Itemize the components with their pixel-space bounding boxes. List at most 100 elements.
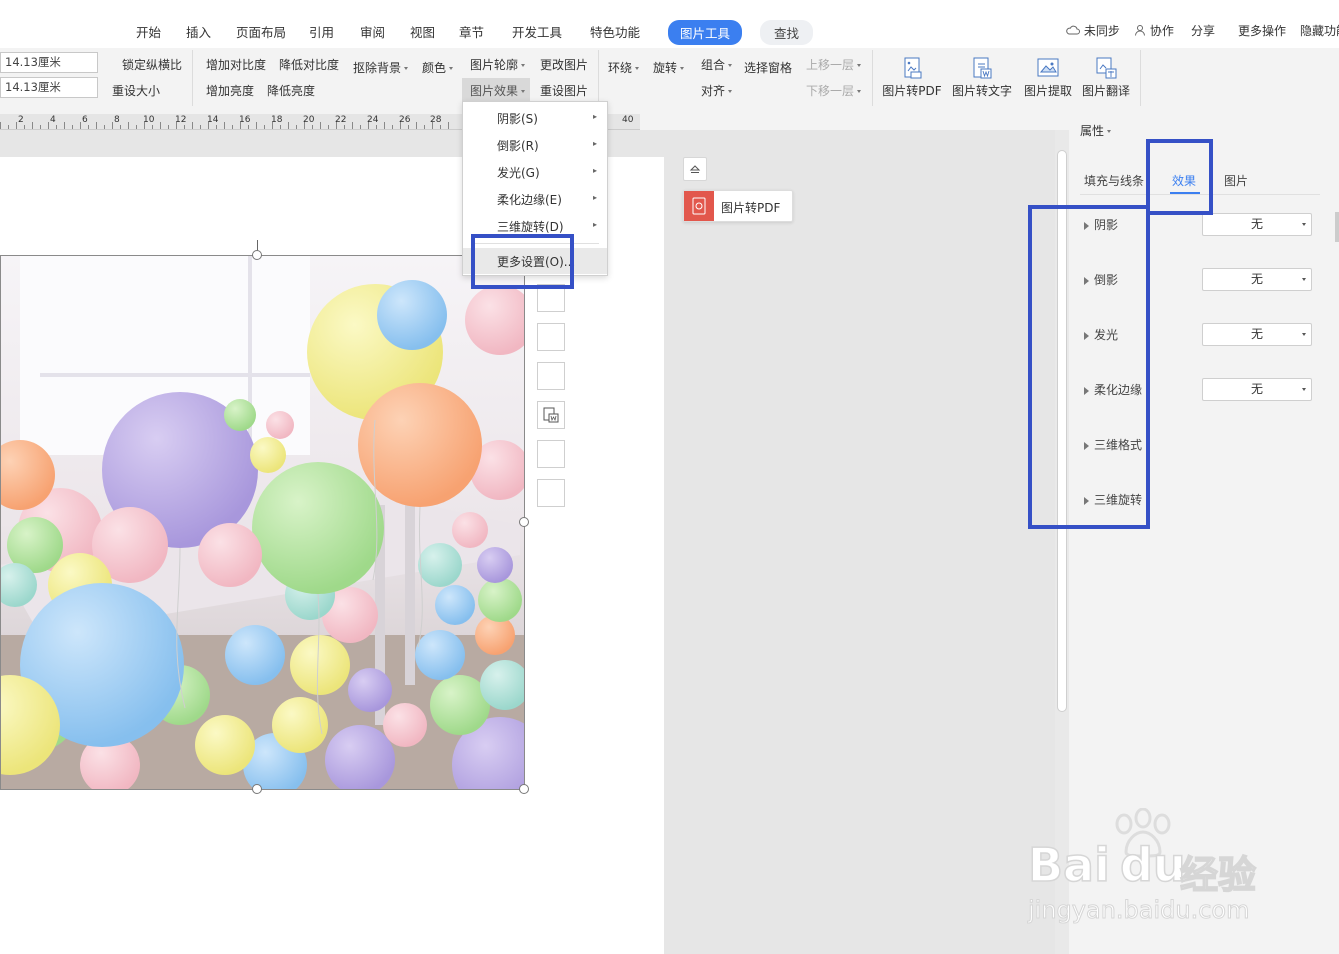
submenu-arrow-icon: ▸ [592, 139, 597, 148]
eject-icon [689, 165, 701, 173]
picture-text-icon [543, 407, 559, 423]
shadow-select[interactable]: 无 [1202, 213, 1312, 236]
quick-tool-button[interactable] [537, 362, 565, 390]
panel-tab-fill-line[interactable]: 填充与线条 [1084, 172, 1144, 189]
picture-translate-button[interactable]: 图片翻译 [1074, 56, 1138, 99]
picture-to-pdf-button[interactable]: 图片转PDF [880, 56, 944, 99]
ribbon-separator [192, 50, 193, 106]
panel-scroll-thumb[interactable] [1335, 212, 1339, 242]
collab-button[interactable]: 协作 [1134, 22, 1174, 39]
height-input[interactable]: 14.13厘米 [0, 52, 98, 73]
picture-extract-button[interactable]: 图片提取 [1016, 56, 1080, 99]
glow-select[interactable]: 无 [1202, 323, 1312, 346]
tab-special[interactable]: 特色功能 [590, 22, 640, 41]
menu-item-3d-rotation[interactable]: 三维旋转(D) [497, 218, 564, 235]
tab-page-layout[interactable]: 页面布局 [236, 22, 286, 41]
cloud-icon [1066, 25, 1080, 35]
tab-picture-tools[interactable]: 图片工具 [668, 20, 743, 45]
lock-ratio-checkbox[interactable]: 锁定纵横比 [122, 56, 182, 73]
decrease-brightness-button[interactable]: 降低亮度 [267, 82, 315, 99]
menu-item-shadow[interactable]: 阴影(S) [497, 110, 538, 127]
share-button[interactable]: 分享 [1191, 22, 1215, 39]
ruler-label: 2 [18, 115, 24, 125]
ruler-label: 18 [271, 115, 283, 125]
ruler-label: 40 [622, 115, 634, 125]
user-icon [1135, 25, 1145, 36]
quick-tool-button[interactable] [537, 323, 565, 351]
menu-item-soft-edges[interactable]: 柔化边缘(E) [497, 191, 562, 208]
tab-search[interactable]: 查找 [760, 20, 814, 45]
increase-contrast-button[interactable]: 增加对比度 [206, 56, 266, 73]
panel-tab-picture[interactable]: 图片 [1224, 172, 1248, 189]
remove-background-button[interactable]: 抠除背景 [353, 59, 408, 76]
submenu-arrow-icon: ▸ [592, 193, 597, 202]
reset-size-button[interactable]: 重设大小 [112, 82, 160, 99]
resize-handle-bottom-right[interactable] [519, 784, 529, 794]
watermark-cn: 经验 [1179, 852, 1257, 898]
picture-translate-label: 图片翻译 [1081, 84, 1130, 98]
picture-to-pdf-label: 图片转PDF [882, 84, 942, 98]
ruler-label: 26 [399, 115, 411, 125]
collapse-toolbar-button[interactable] [683, 157, 707, 181]
watermark-brand-2: du [1119, 837, 1186, 893]
submenu-arrow-icon: ▸ [592, 112, 597, 121]
floating-picture-to-pdf-button[interactable]: 图片转PDF [683, 190, 793, 222]
ruler-label: 4 [50, 115, 56, 125]
align-button[interactable]: 对齐 [701, 82, 732, 99]
tab-review[interactable]: 审阅 [360, 22, 385, 41]
width-input[interactable]: 14.13厘米 [0, 77, 98, 98]
panel-title[interactable]: 属性 [1080, 122, 1111, 139]
resize-handle-top[interactable] [252, 250, 262, 260]
tab-developer[interactable]: 开发工具 [512, 22, 562, 41]
soft-edges-select[interactable]: 无 [1202, 378, 1312, 401]
picture-text-icon [969, 56, 995, 80]
wrap-button[interactable]: 环绕 [608, 59, 639, 76]
selection-pane-button[interactable]: 选择窗格 [744, 59, 792, 76]
resize-handle-right[interactable] [519, 517, 529, 527]
picture-pdf-icon [899, 56, 925, 80]
ruler-label: 28 [430, 115, 442, 125]
picture-outline-button[interactable]: 图片轮廓 [470, 56, 525, 73]
increase-brightness-button[interactable]: 增加亮度 [206, 82, 254, 99]
tab-view[interactable]: 视图 [410, 22, 435, 41]
selection-frame [0, 240, 525, 790]
change-picture-button[interactable]: 更改图片 [540, 56, 588, 73]
ruler-label: 10 [143, 115, 155, 125]
tab-references[interactable]: 引用 [309, 22, 334, 41]
sync-status[interactable]: 未同步 [1066, 22, 1120, 39]
sync-label: 未同步 [1083, 24, 1120, 38]
quick-tool-button[interactable] [537, 440, 565, 468]
tab-insert[interactable]: 插入 [186, 22, 211, 41]
picture-extract-label: 图片提取 [1023, 84, 1072, 98]
menu-item-glow[interactable]: 发光(G) [497, 164, 540, 181]
submenu-arrow-icon: ▸ [592, 166, 597, 175]
pdf-icon [684, 191, 714, 221]
send-backward-button[interactable]: 下移一层 [806, 82, 861, 99]
resize-handle-bottom[interactable] [252, 784, 262, 794]
submenu-arrow-icon: ▸ [592, 220, 597, 229]
title-strip [0, 0, 1339, 10]
baidu-watermark: Bai du 经验 jingyan.baidu.com [1027, 808, 1328, 928]
reflection-select[interactable]: 无 [1202, 268, 1312, 291]
reset-picture-button[interactable]: 重设图片 [540, 82, 588, 99]
ribbon-toolbar: 14.13厘米 14.13厘米 锁定纵横比 重设大小 增加对比度 降低对比度 抠… [0, 48, 1339, 114]
rotate-button[interactable]: 旋转 [653, 59, 684, 76]
color-button[interactable]: 颜色 [422, 59, 453, 76]
tab-section[interactable]: 章节 [459, 22, 484, 41]
quick-tool-button[interactable] [537, 479, 565, 507]
decrease-contrast-button[interactable]: 降低对比度 [279, 56, 339, 73]
bring-forward-button[interactable]: 上移一层 [806, 56, 861, 73]
more-actions-button[interactable]: 更多操作 [1238, 22, 1286, 39]
picture-effects-button[interactable]: 图片效果 [462, 78, 531, 103]
tab-home[interactable]: 开始 [136, 22, 161, 41]
menu-item-reflection[interactable]: 倒影(R) [497, 137, 539, 154]
ribbon-separator [872, 50, 873, 106]
highlight-box-effect-rows [1028, 205, 1150, 529]
quick-picture-text-button[interactable] [537, 401, 565, 429]
watermark-brand: Bai [1027, 837, 1110, 893]
ribbon-separator [598, 50, 599, 106]
ruler-label: 14 [207, 115, 219, 125]
hide-ribbon-button[interactable]: 隐藏功能 [1300, 22, 1339, 39]
group-button[interactable]: 组合 [701, 56, 732, 73]
picture-to-text-button[interactable]: 图片转文字 [949, 56, 1015, 99]
